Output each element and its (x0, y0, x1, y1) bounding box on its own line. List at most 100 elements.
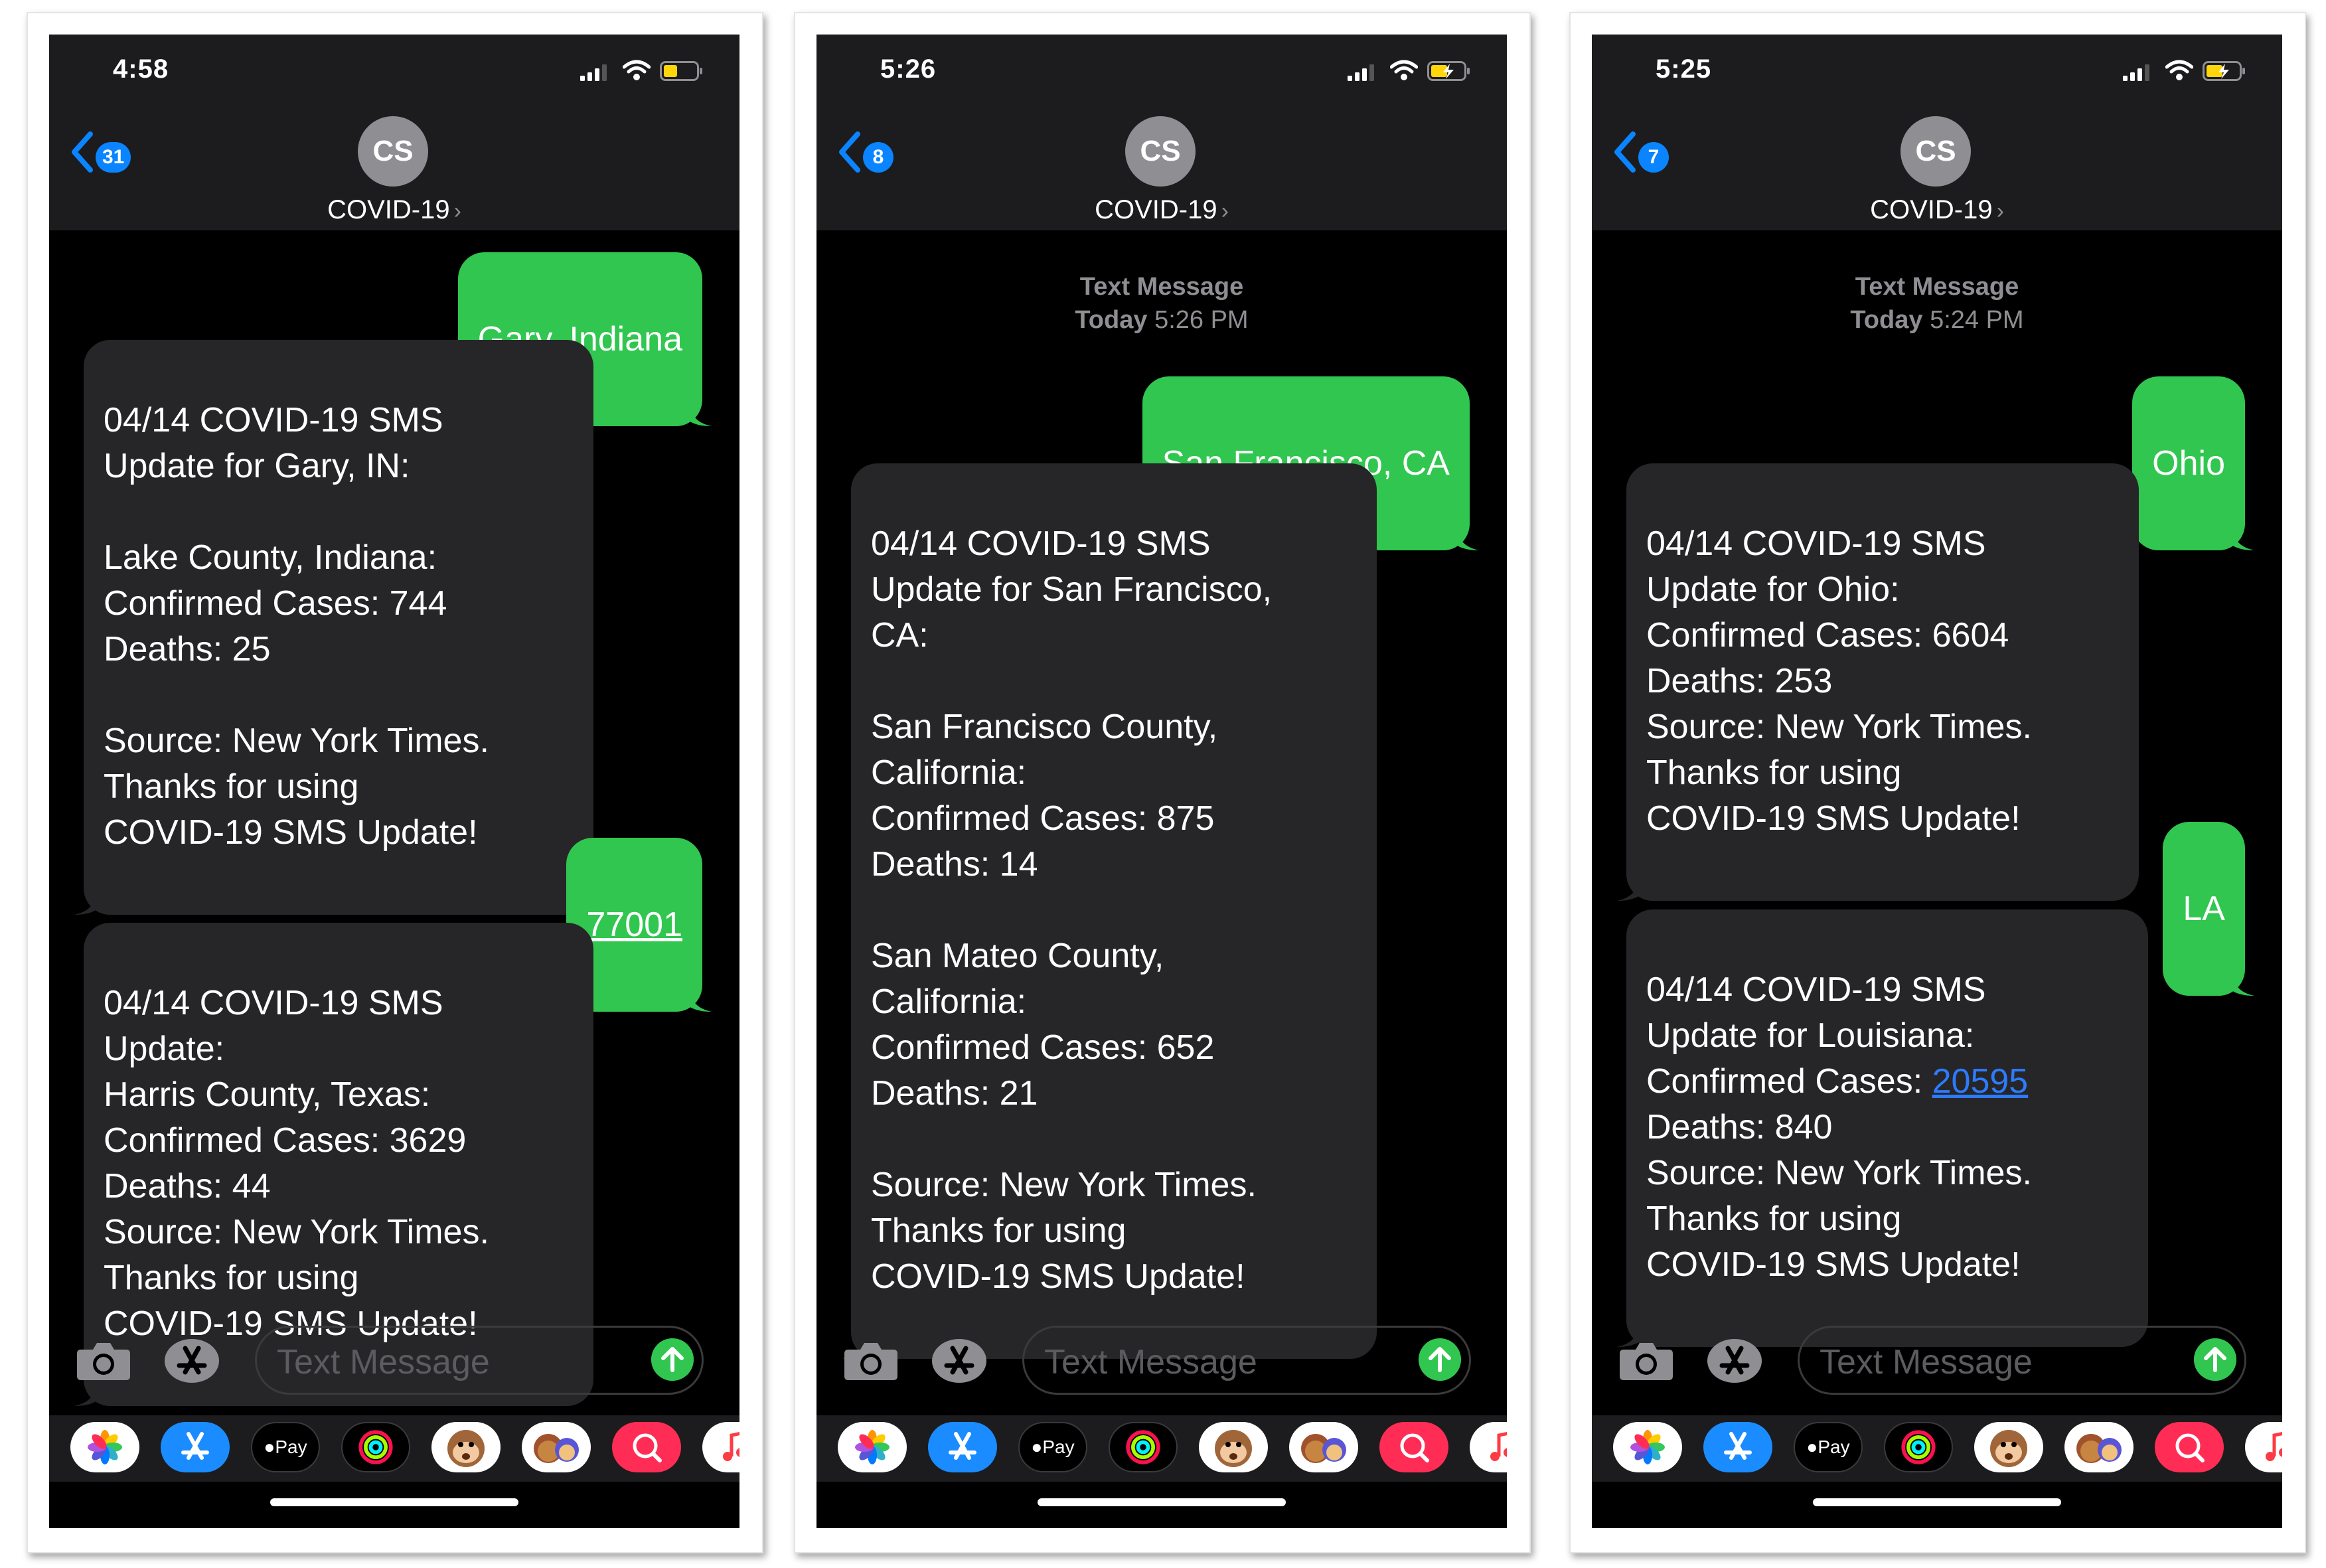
activity-icon[interactable] (1109, 1422, 1178, 1472)
back-chevron-icon[interactable] (836, 129, 863, 175)
wifi-icon (1390, 60, 1418, 80)
timestamp-time: 5:24 PM (1930, 306, 2024, 334)
battery-icon (1427, 61, 1470, 81)
photos-app-icon[interactable] (838, 1422, 907, 1472)
camera-icon[interactable] (76, 1339, 131, 1381)
signal-icon (580, 64, 607, 81)
messages-screen: 5:26 8 CS COVID-19 › Text Message Today … (816, 35, 1507, 1528)
incoming-message[interactable]: 04/14 COVID-19 SMS Update for Ohio: Conf… (1617, 463, 2139, 901)
apple-pay-label: Pay (275, 1437, 307, 1457)
apple-logo-icon: ● (264, 1437, 275, 1457)
music-icon[interactable] (702, 1422, 739, 1472)
send-arrow-icon[interactable] (2194, 1338, 2236, 1381)
battery-icon (660, 61, 702, 81)
incoming-message[interactable]: 04/14 COVID-19 SMS Update for San Franci… (842, 463, 1377, 1359)
message-text: 04/14 COVID-19 SMS Update for San Franci… (871, 524, 1273, 1296)
apple-pay-icon[interactable]: ●Pay (1794, 1422, 1863, 1472)
apple-pay-icon[interactable]: ●Pay (1018, 1422, 1087, 1472)
timestamp-day: Today (1850, 306, 1923, 334)
back-chevron-icon[interactable] (1612, 129, 1638, 175)
contact-name[interactable]: COVID-19 › (49, 195, 739, 225)
activity-icon[interactable] (1884, 1422, 1953, 1472)
status-time: 5:25 (1656, 54, 1712, 84)
timestamp-title: Text Message (1855, 273, 2019, 301)
animoji-icon[interactable] (1199, 1422, 1268, 1472)
music-icon[interactable] (1470, 1422, 1507, 1472)
message-input[interactable]: Text Message (255, 1326, 704, 1395)
app-store-icon[interactable] (163, 1338, 220, 1384)
outgoing-message[interactable]: Ohio (2132, 376, 2254, 550)
chevron-right-icon: › (1221, 198, 1229, 224)
app-store-app-icon[interactable] (928, 1422, 997, 1472)
apple-logo-icon: ● (1031, 1437, 1043, 1457)
message-link[interactable]: 77001 (586, 905, 682, 944)
avatar[interactable]: CS (358, 116, 428, 187)
search-images-icon[interactable] (2155, 1422, 2224, 1472)
status-time: 5:26 (880, 54, 937, 84)
activity-icon[interactable] (341, 1422, 410, 1472)
outgoing-message[interactable]: LA (2163, 822, 2254, 996)
signal-icon (2123, 64, 2149, 81)
message-input[interactable]: Text Message (1798, 1326, 2246, 1395)
send-arrow-icon[interactable] (1419, 1338, 1461, 1381)
battery-icon (2203, 61, 2245, 81)
message-text: 04/14 COVID-19 SMS Update for Gary, IN: … (104, 401, 489, 852)
camera-icon[interactable] (1618, 1339, 1674, 1381)
phone-screenshot-1: 4:58 31 CS COVID-19 › Gary, Indiana 04/1… (27, 12, 763, 1553)
apple-pay-label: Pay (1042, 1437, 1075, 1457)
bubble-tail (2232, 973, 2254, 996)
contact-name[interactable]: COVID-19 › (816, 195, 1507, 225)
timestamp-title: Text Message (1079, 273, 1244, 301)
app-store-icon[interactable] (931, 1338, 988, 1384)
apple-logo-icon: ● (1806, 1437, 1818, 1457)
app-store-app-icon[interactable] (1703, 1422, 1772, 1472)
photos-app-icon[interactable] (70, 1422, 139, 1472)
message-input[interactable]: Text Message (1022, 1326, 1471, 1395)
memoji-icon[interactable] (2064, 1422, 2133, 1472)
app-store-icon[interactable] (1706, 1338, 1763, 1384)
search-images-icon[interactable] (612, 1422, 681, 1472)
signal-icon (1348, 64, 1374, 81)
status-time: 4:58 (113, 54, 169, 84)
avatar[interactable]: CS (1900, 116, 1971, 187)
wifi-icon (623, 60, 651, 80)
memoji-icon[interactable] (522, 1422, 591, 1472)
apple-pay-label: Pay (1818, 1437, 1850, 1457)
animoji-icon[interactable] (431, 1422, 501, 1472)
wifi-icon (2165, 60, 2193, 80)
memoji-icon[interactable] (1289, 1422, 1358, 1472)
message-text: Ohio (2152, 444, 2225, 483)
unread-count-badge[interactable]: 31 (96, 142, 131, 173)
unread-count-badge[interactable]: 7 (1638, 142, 1669, 173)
camera-icon[interactable] (843, 1339, 899, 1381)
unread-count-badge[interactable]: 8 (863, 142, 893, 173)
message-text: 04/14 COVID-19 SMS Update for Ohio: Conf… (1646, 524, 2032, 838)
input-placeholder: Text Message (1044, 1343, 1257, 1381)
incoming-message[interactable]: 04/14 COVID-19 SMS Update for Louisiana:… (1617, 909, 2148, 1347)
send-arrow-icon[interactable] (651, 1338, 694, 1381)
music-icon[interactable] (2245, 1422, 2282, 1472)
incoming-message[interactable]: 04/14 COVID-19 SMS Update for Gary, IN: … (74, 340, 593, 915)
photos-app-icon[interactable] (1613, 1422, 1682, 1472)
home-indicator[interactable] (1038, 1498, 1286, 1506)
apple-pay-icon[interactable]: ●Pay (251, 1422, 320, 1472)
contact-name[interactable]: COVID-19 › (1592, 195, 2282, 225)
contact-name-label: COVID-19 (1870, 195, 1993, 224)
animoji-icon[interactable] (1974, 1422, 2043, 1472)
bubble-tail (1456, 528, 1479, 550)
app-store-app-icon[interactable] (161, 1422, 230, 1472)
conversation-timestamp: Text Message Today 5:26 PM (816, 270, 1507, 337)
conversation-timestamp: Text Message Today 5:24 PM (1592, 270, 2282, 337)
home-indicator[interactable] (270, 1498, 518, 1506)
back-chevron-icon[interactable] (69, 129, 96, 175)
avatar[interactable]: CS (1125, 116, 1196, 187)
message-text: Deaths: 840 Source: New York Times. Than… (1646, 1108, 2032, 1284)
phone-number-link[interactable]: 20595 (1932, 1062, 2029, 1101)
timestamp-time: 5:26 PM (1154, 306, 1249, 334)
bubble-tail (2232, 528, 2254, 550)
conversation-header: 4:58 31 CS COVID-19 › (49, 35, 739, 230)
search-images-icon[interactable] (1379, 1422, 1448, 1472)
home-indicator[interactable] (1813, 1498, 2061, 1506)
compose-bar: Text Message (1592, 1319, 2282, 1405)
contact-name-label: COVID-19 (1095, 195, 1217, 224)
